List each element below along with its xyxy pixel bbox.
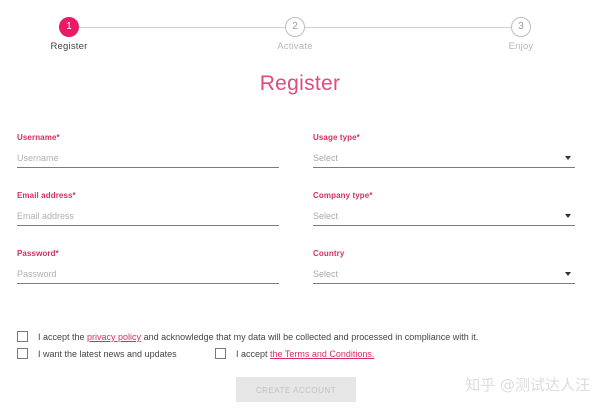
username-label: Username* — [17, 133, 60, 142]
country-select[interactable]: Select — [313, 267, 575, 284]
news-consent-row: I want the latest news and updates — [17, 348, 177, 359]
email-group: Email address* — [17, 191, 279, 226]
news-checkbox[interactable] — [17, 348, 28, 359]
privacy-text-after: and acknowledge that my data will be col… — [141, 332, 479, 342]
terms-consent-row: I accept the Terms and Conditions. — [215, 348, 374, 359]
email-input[interactable] — [17, 211, 279, 221]
page-title: Register — [259, 72, 341, 95]
step-2-label: Activate — [277, 41, 313, 52]
news-text: I want the latest news and updates — [38, 349, 177, 359]
step-3-circle: 3 — [511, 17, 531, 37]
company-type-group: Company type* Select — [313, 191, 575, 226]
email-field-wrapper — [17, 209, 279, 226]
progress-stepper: 1 2 3 Register Activate Enjoy — [0, 8, 600, 58]
country-label: Country — [313, 249, 345, 258]
password-label: Password* — [17, 249, 59, 258]
privacy-checkbox[interactable] — [17, 331, 28, 342]
country-selected: Select — [313, 269, 339, 279]
username-field-wrapper — [17, 151, 279, 168]
username-input[interactable] — [17, 153, 279, 163]
usage-type-select[interactable]: Select — [313, 151, 575, 168]
caret-down-icon — [565, 156, 571, 160]
email-label: Email address* — [17, 191, 76, 200]
password-input[interactable] — [17, 269, 279, 279]
usage-type-label: Usage type* — [313, 133, 360, 142]
step-3-label: Enjoy — [508, 41, 534, 52]
usage-type-group: Usage type* Select — [313, 133, 575, 168]
register-page: 1 2 3 Register Activate Enjoy Register U… — [0, 0, 600, 411]
step-1-label: Register — [50, 41, 88, 52]
privacy-text-before: I accept the — [38, 332, 88, 342]
password-field-wrapper — [17, 267, 279, 284]
stepper-line-2 — [305, 27, 511, 28]
stepper-line-1 — [79, 27, 285, 28]
terms-link[interactable]: the Terms and Conditions. — [270, 349, 374, 359]
create-account-button[interactable]: CREATE ACCOUNT — [236, 377, 356, 402]
caret-down-icon — [565, 214, 571, 218]
password-group: Password* — [17, 249, 279, 284]
terms-checkbox[interactable] — [215, 348, 226, 359]
terms-text-before: I accept — [236, 349, 271, 359]
company-type-selected: Select — [313, 211, 339, 221]
username-group: Username* — [17, 133, 279, 168]
step-1-circle: 1 — [59, 17, 79, 37]
country-group: Country Select — [313, 249, 575, 284]
privacy-consent-row: I accept the privacy policy and acknowle… — [17, 331, 478, 342]
usage-type-selected: Select — [313, 153, 339, 163]
caret-down-icon — [565, 272, 571, 276]
privacy-policy-link[interactable]: privacy policy — [87, 332, 141, 342]
company-type-select[interactable]: Select — [313, 209, 575, 226]
company-type-label: Company type* — [313, 191, 373, 200]
step-2-circle: 2 — [285, 17, 305, 37]
watermark-text: 知乎 @测试达人汪 — [465, 376, 590, 394]
